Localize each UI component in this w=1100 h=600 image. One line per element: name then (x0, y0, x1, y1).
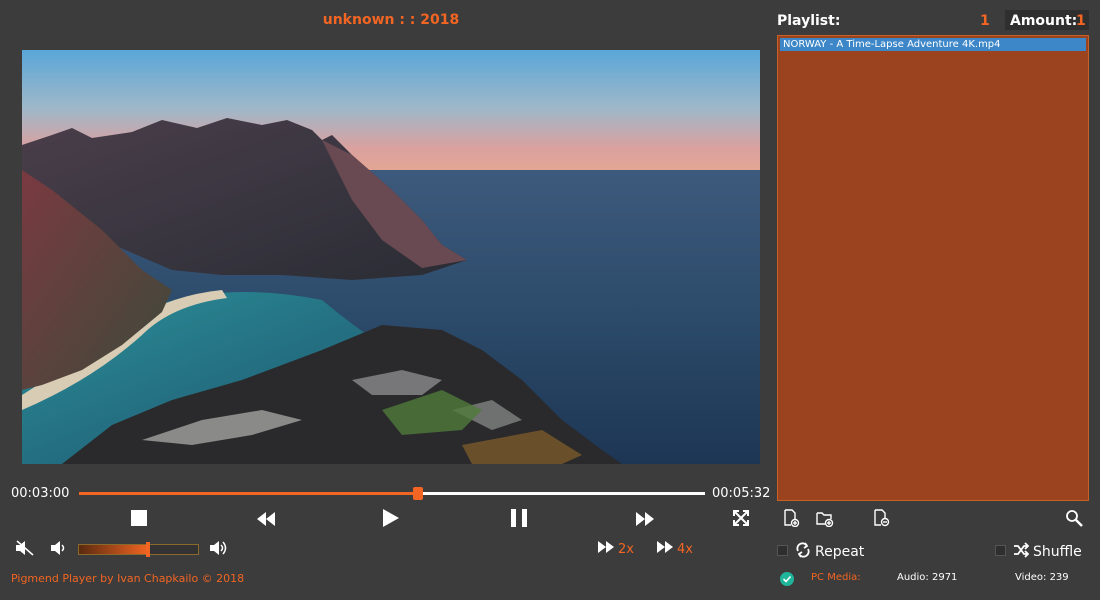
fullscreen-button[interactable] (728, 507, 754, 533)
video-frame (22, 50, 760, 464)
remove-file-icon (872, 509, 890, 531)
speed-4x-label: 4x (677, 541, 693, 557)
shuffle-checkbox[interactable] (995, 545, 1006, 556)
mute-icon (16, 540, 34, 560)
play-icon (383, 509, 399, 531)
play-button[interactable] (378, 507, 404, 533)
volume-down-button[interactable] (46, 537, 72, 563)
volume-level (79, 545, 149, 554)
shuffle-option[interactable]: Shuffle (1013, 542, 1082, 562)
shuffle-icon (1013, 542, 1030, 562)
mute-button[interactable] (12, 537, 38, 563)
fast-forward-icon (636, 511, 654, 530)
volume-handle[interactable] (146, 542, 151, 557)
volume-up-button[interactable] (206, 537, 232, 563)
search-icon (1065, 509, 1083, 531)
stop-button[interactable] (126, 507, 152, 533)
shuffle-label: Shuffle (1033, 544, 1082, 560)
repeat-label: Repeat (815, 544, 865, 560)
pause-button[interactable] (506, 507, 532, 533)
seek-handle[interactable] (413, 487, 424, 500)
speed-2x-button[interactable]: 2x (598, 541, 634, 557)
current-time: 00:03:00 (11, 486, 70, 501)
fast-forward-icon (598, 541, 614, 557)
rewind-button[interactable] (253, 507, 279, 533)
search-button[interactable] (1062, 508, 1086, 532)
fast-forward-icon (657, 541, 673, 557)
repeat-option[interactable]: Repeat (795, 542, 864, 562)
audio-count: Audio: 2971 (897, 572, 958, 583)
seek-bar[interactable] (79, 487, 705, 500)
add-file-icon (782, 509, 800, 531)
speed-4x-button[interactable]: 4x (657, 541, 693, 557)
rewind-icon (257, 511, 275, 530)
fast-forward-button[interactable] (632, 507, 658, 533)
remove-file-button[interactable] (869, 508, 893, 532)
add-folder-icon (816, 509, 834, 531)
amount-value: 1 (1076, 13, 1086, 29)
stop-icon (131, 510, 147, 530)
pause-icon (511, 509, 527, 531)
volume-down-icon (51, 540, 67, 560)
volume-slider[interactable] (78, 542, 199, 557)
volume-up-icon (210, 540, 228, 560)
video-count: Video: 239 (1015, 572, 1069, 583)
playlist-label: Playlist: (777, 13, 841, 29)
seek-progress (79, 492, 419, 495)
playlist[interactable]: NORWAY - A Time-Lapse Adventure 4K.mp4 (777, 35, 1089, 501)
video-display[interactable] (22, 50, 760, 464)
repeat-icon (795, 542, 811, 562)
amount-label: Amount: (1010, 13, 1078, 29)
total-time: 00:05:32 (712, 486, 771, 501)
playlist-current-index: 1 (980, 13, 990, 29)
pc-media-status-icon (779, 571, 795, 591)
add-file-button[interactable] (779, 508, 803, 532)
fullscreen-icon (732, 509, 750, 531)
pc-media-label: PC Media: (811, 572, 861, 583)
speed-2x-label: 2x (618, 541, 634, 557)
app-credit: Pigmend Player by Ivan Chapkailo © 2018 (11, 572, 245, 585)
repeat-checkbox[interactable] (777, 545, 788, 556)
playlist-item[interactable]: NORWAY - A Time-Lapse Adventure 4K.mp4 (780, 38, 1086, 51)
add-folder-button[interactable] (813, 508, 837, 532)
window-title: unknown : : 2018 (322, 12, 460, 28)
